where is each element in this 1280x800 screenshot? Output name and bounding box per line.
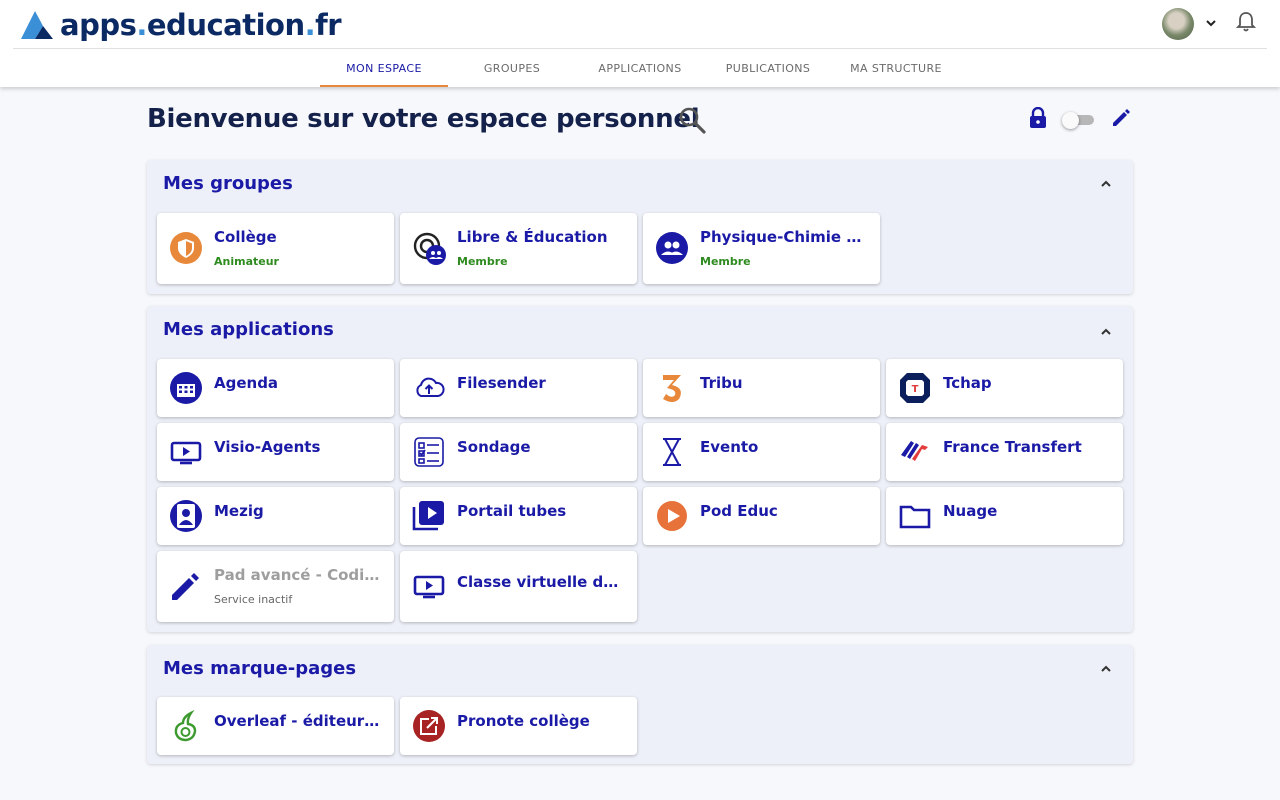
app-name: France Transfert (943, 438, 1082, 456)
bookmark-card-overleaf[interactable]: Overleaf - éditeur LaTeX (157, 697, 394, 755)
app-name: Classe virtuelle des agents (457, 573, 625, 591)
app-card-agenda[interactable]: Agenda (157, 359, 394, 417)
group-card-libre-education[interactable]: Libre & Éducation Membre (400, 213, 637, 284)
chevron-up-icon[interactable] (1099, 662, 1113, 676)
app-name: Pad avancé - Codimd (214, 566, 382, 584)
cloud-upload-icon (412, 371, 446, 405)
group-role: Animateur (214, 255, 279, 268)
app-name: Pod Educ (700, 502, 778, 520)
section-title: Mes applications (163, 319, 334, 340)
bookmark-name: Overleaf - éditeur LaTeX (214, 712, 382, 730)
app-card-tchap[interactable]: T Tchap (886, 359, 1123, 417)
app-card-pad-avance[interactable]: Pad avancé - Codimd Service inactif (157, 551, 394, 622)
chevron-up-icon[interactable] (1099, 177, 1113, 191)
app-card-france-transfert[interactable]: France Transfert (886, 423, 1123, 481)
bell-icon[interactable] (1235, 11, 1257, 33)
france-transfert-icon (898, 435, 932, 469)
edit-mode-toggle[interactable] (1062, 112, 1094, 129)
app-card-filesender[interactable]: Filesender (400, 359, 637, 417)
bookmark-name: Pronote collège (457, 712, 590, 730)
app-name: Sondage (457, 438, 531, 456)
video-screen-icon (169, 435, 203, 469)
app-card-visio-agents[interactable]: Visio-Agents (157, 423, 394, 481)
app-card-classe-virtuelle[interactable]: Classe virtuelle des agents (400, 551, 637, 622)
app-card-nuage[interactable]: Nuage (886, 487, 1123, 545)
group-role: Membre (700, 255, 751, 268)
app-status: Service inactif (214, 593, 293, 606)
app-name: Visio-Agents (214, 438, 321, 456)
chevron-up-icon[interactable] (1099, 325, 1113, 339)
group-card-college[interactable]: Collège Animateur (157, 213, 394, 284)
group-name: Collège (214, 228, 277, 246)
tab-groupes[interactable]: GROUPES (448, 49, 576, 87)
app-name: Mezig (214, 502, 264, 520)
logo-text: apps.education.fr (60, 8, 342, 42)
calendar-icon (169, 371, 203, 405)
profile-icon (169, 499, 203, 533)
section-title: Mes groupes (163, 173, 293, 194)
app-header: apps.education.fr MON ESPACE GROUPES APP… (0, 0, 1280, 87)
app-name: Portail tubes (457, 502, 567, 520)
folder-icon (898, 499, 932, 533)
app-name: Nuage (943, 502, 998, 520)
app-name: Tribu (700, 374, 743, 392)
play-circle-icon (655, 499, 689, 533)
group-role: Membre (457, 255, 508, 268)
app-card-portail-tubes[interactable]: Portail tubes (400, 487, 637, 545)
pencil-icon[interactable] (1110, 107, 1132, 129)
svg-text:T: T (912, 384, 919, 395)
shield-icon (169, 231, 203, 265)
app-name: Filesender (457, 374, 546, 392)
group-sync-icon (412, 231, 446, 265)
tab-applications[interactable]: APPLICATIONS (576, 49, 704, 87)
page-title: Bienvenue sur votre espace personnel (147, 104, 700, 134)
app-name: Tchap (943, 374, 992, 392)
chevron-down-icon[interactable] (1204, 16, 1218, 30)
section-title: Mes marque-pages (163, 658, 357, 679)
app-card-sondage[interactable]: Sondage (400, 423, 637, 481)
app-name: Evento (700, 438, 759, 456)
overleaf-icon (169, 709, 203, 743)
app-name: Agenda (214, 374, 279, 392)
tchap-icon: T (898, 371, 932, 405)
app-card-tribu[interactable]: Tribu (643, 359, 880, 417)
group-card-physique-chimie[interactable]: Physique-Chimie et algorithmique Membre (643, 213, 880, 284)
checklist-icon (412, 435, 446, 469)
bookmark-card-pronote[interactable]: Pronote collège (400, 697, 637, 755)
tab-ma-structure[interactable]: MA STRUCTURE (832, 49, 960, 87)
tribu-icon (655, 371, 689, 405)
pencil-icon (169, 569, 203, 603)
main-tabs: MON ESPACE GROUPES APPLICATIONS PUBLICAT… (320, 49, 960, 87)
lock-icon[interactable] (1029, 106, 1047, 129)
video-library-icon (412, 499, 446, 533)
avatar[interactable] (1162, 8, 1194, 40)
tab-mon-espace[interactable]: MON ESPACE (320, 49, 448, 87)
people-icon (655, 231, 689, 265)
app-card-mezig[interactable]: Mezig (157, 487, 394, 545)
bookmarks-section: Mes marque-pages Overleaf - éditeur LaTe… (147, 645, 1133, 764)
tab-publications[interactable]: PUBLICATIONS (704, 49, 832, 87)
logo-mark-icon (21, 9, 57, 41)
logo[interactable]: apps.education.fr (21, 8, 342, 42)
toggle-knob (1062, 112, 1079, 129)
groups-section: Mes groupes Collège Animateur Libre & Éd… (147, 160, 1133, 294)
group-name: Physique-Chimie et algorithmique (700, 228, 868, 246)
video-screen-icon (412, 569, 446, 603)
applications-section: Mes applications Agenda Filesender Tribu… (147, 306, 1133, 632)
group-name: Libre & Éducation (457, 228, 608, 246)
external-link-icon (412, 709, 446, 743)
app-card-evento[interactable]: Evento (643, 423, 880, 481)
app-card-pod-educ[interactable]: Pod Educ (643, 487, 880, 545)
hourglass-icon (655, 435, 689, 469)
search-icon[interactable] (678, 106, 706, 134)
